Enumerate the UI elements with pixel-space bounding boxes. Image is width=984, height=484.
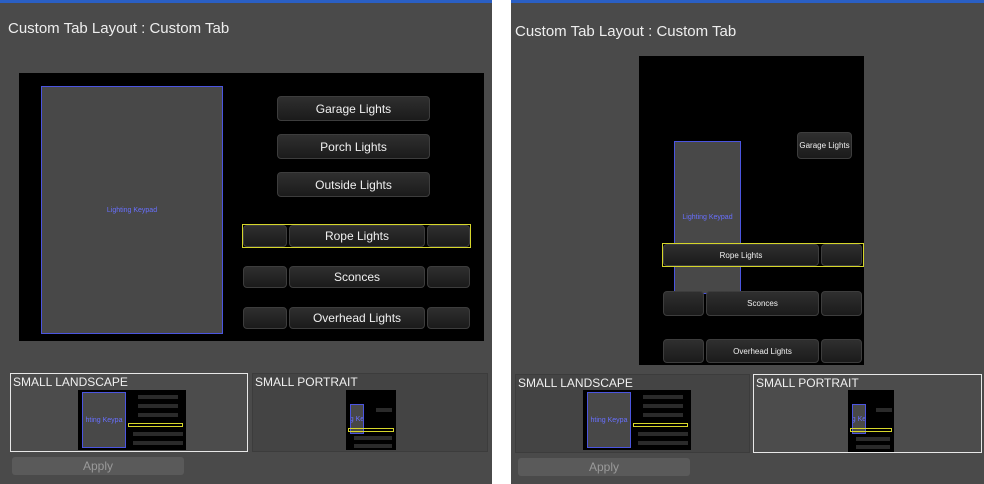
mini-selection	[850, 428, 892, 432]
mini-selection	[633, 423, 688, 427]
mini-button	[133, 432, 183, 436]
overhead-lights-left-slot[interactable]	[663, 339, 704, 363]
mini-button	[376, 408, 392, 412]
sconces-left-slot[interactable]	[663, 291, 704, 316]
lighting-keypad-widget[interactable]: Lighting Keypad	[41, 86, 223, 334]
sconces-button[interactable]: Sconces	[289, 266, 425, 288]
overhead-lights-right-slot[interactable]	[821, 339, 862, 363]
mini-button	[643, 413, 683, 417]
overhead-lights-button[interactable]: Overhead Lights	[289, 307, 425, 329]
mini-button	[138, 395, 178, 399]
overhead-lights-button[interactable]: Overhead Lights	[706, 339, 819, 363]
garage-lights-button[interactable]: Garage Lights	[797, 132, 852, 159]
garage-lights-button[interactable]: Garage Lights	[277, 96, 430, 121]
mini-button	[643, 404, 683, 408]
apply-button[interactable]: Apply	[12, 457, 184, 475]
mini-selection	[128, 423, 183, 427]
mini-button	[638, 441, 688, 445]
top-accent-line	[511, 0, 984, 3]
mini-keypad: hting Keypa	[82, 392, 126, 448]
sconces-right-slot[interactable]	[427, 266, 470, 288]
sconces-left-slot[interactable]	[243, 266, 287, 288]
mini-button	[138, 413, 178, 417]
small-landscape-thumbnail[interactable]: SMALL LANDSCAPE hting Keypa	[10, 373, 248, 452]
mini-button	[643, 395, 683, 399]
sconces-button[interactable]: Sconces	[706, 291, 819, 316]
small-portrait-label: SMALL PORTRAIT	[756, 376, 859, 390]
outside-lights-button[interactable]: Outside Lights	[277, 172, 430, 197]
layout-canvas[interactable]: Lighting Keypad Garage Lights Rope Light…	[639, 56, 864, 365]
mini-button	[856, 437, 890, 441]
lighting-keypad-widget[interactable]: Lighting Keypad	[674, 141, 741, 294]
layout-canvas[interactable]: Lighting Keypad Garage Lights Porch Ligh…	[19, 73, 484, 341]
porch-lights-button[interactable]: Porch Lights	[277, 134, 430, 159]
page-title: Custom Tab Layout : Custom Tab	[515, 23, 737, 40]
mini-button	[354, 436, 392, 440]
selection-highlight	[662, 243, 864, 267]
lighting-keypad-label: Lighting Keypad	[106, 206, 158, 214]
mini-button	[133, 441, 183, 445]
small-landscape-thumbnail[interactable]: SMALL LANDSCAPE hting Keypa	[515, 374, 750, 453]
mini-button	[354, 444, 392, 448]
top-accent-line	[0, 0, 492, 3]
lighting-keypad-label: Lighting Keypad	[682, 214, 733, 221]
small-landscape-preview: hting Keypa	[583, 390, 691, 450]
apply-button[interactable]: Apply	[518, 458, 690, 476]
sconces-right-slot[interactable]	[821, 291, 862, 316]
small-landscape-preview: hting Keypa	[78, 390, 186, 450]
mini-button	[856, 445, 890, 449]
overhead-lights-left-slot[interactable]	[243, 307, 287, 329]
mini-button	[876, 408, 892, 412]
small-portrait-label: SMALL PORTRAIT	[255, 375, 358, 389]
overhead-lights-right-slot[interactable]	[427, 307, 470, 329]
small-portrait-preview: g Ke	[848, 390, 894, 452]
mini-button	[138, 404, 178, 408]
small-portrait-thumbnail[interactable]: SMALL PORTRAIT g Ke	[753, 374, 982, 453]
left-layout-panel: Custom Tab Layout : Custom Tab Lighting …	[0, 0, 492, 484]
small-portrait-preview: g Ke	[346, 390, 396, 450]
small-landscape-label: SMALL LANDSCAPE	[518, 376, 633, 390]
right-layout-panel: Custom Tab Layout : Custom Tab Lighting …	[511, 0, 984, 484]
mini-button	[638, 432, 688, 436]
page-title: Custom Tab Layout : Custom Tab	[8, 20, 230, 37]
mini-selection	[348, 428, 394, 432]
small-landscape-label: SMALL LANDSCAPE	[13, 375, 128, 389]
selection-highlight	[242, 224, 471, 248]
mini-keypad: hting Keypa	[587, 392, 631, 448]
small-portrait-thumbnail[interactable]: SMALL PORTRAIT g Ke	[252, 373, 488, 452]
